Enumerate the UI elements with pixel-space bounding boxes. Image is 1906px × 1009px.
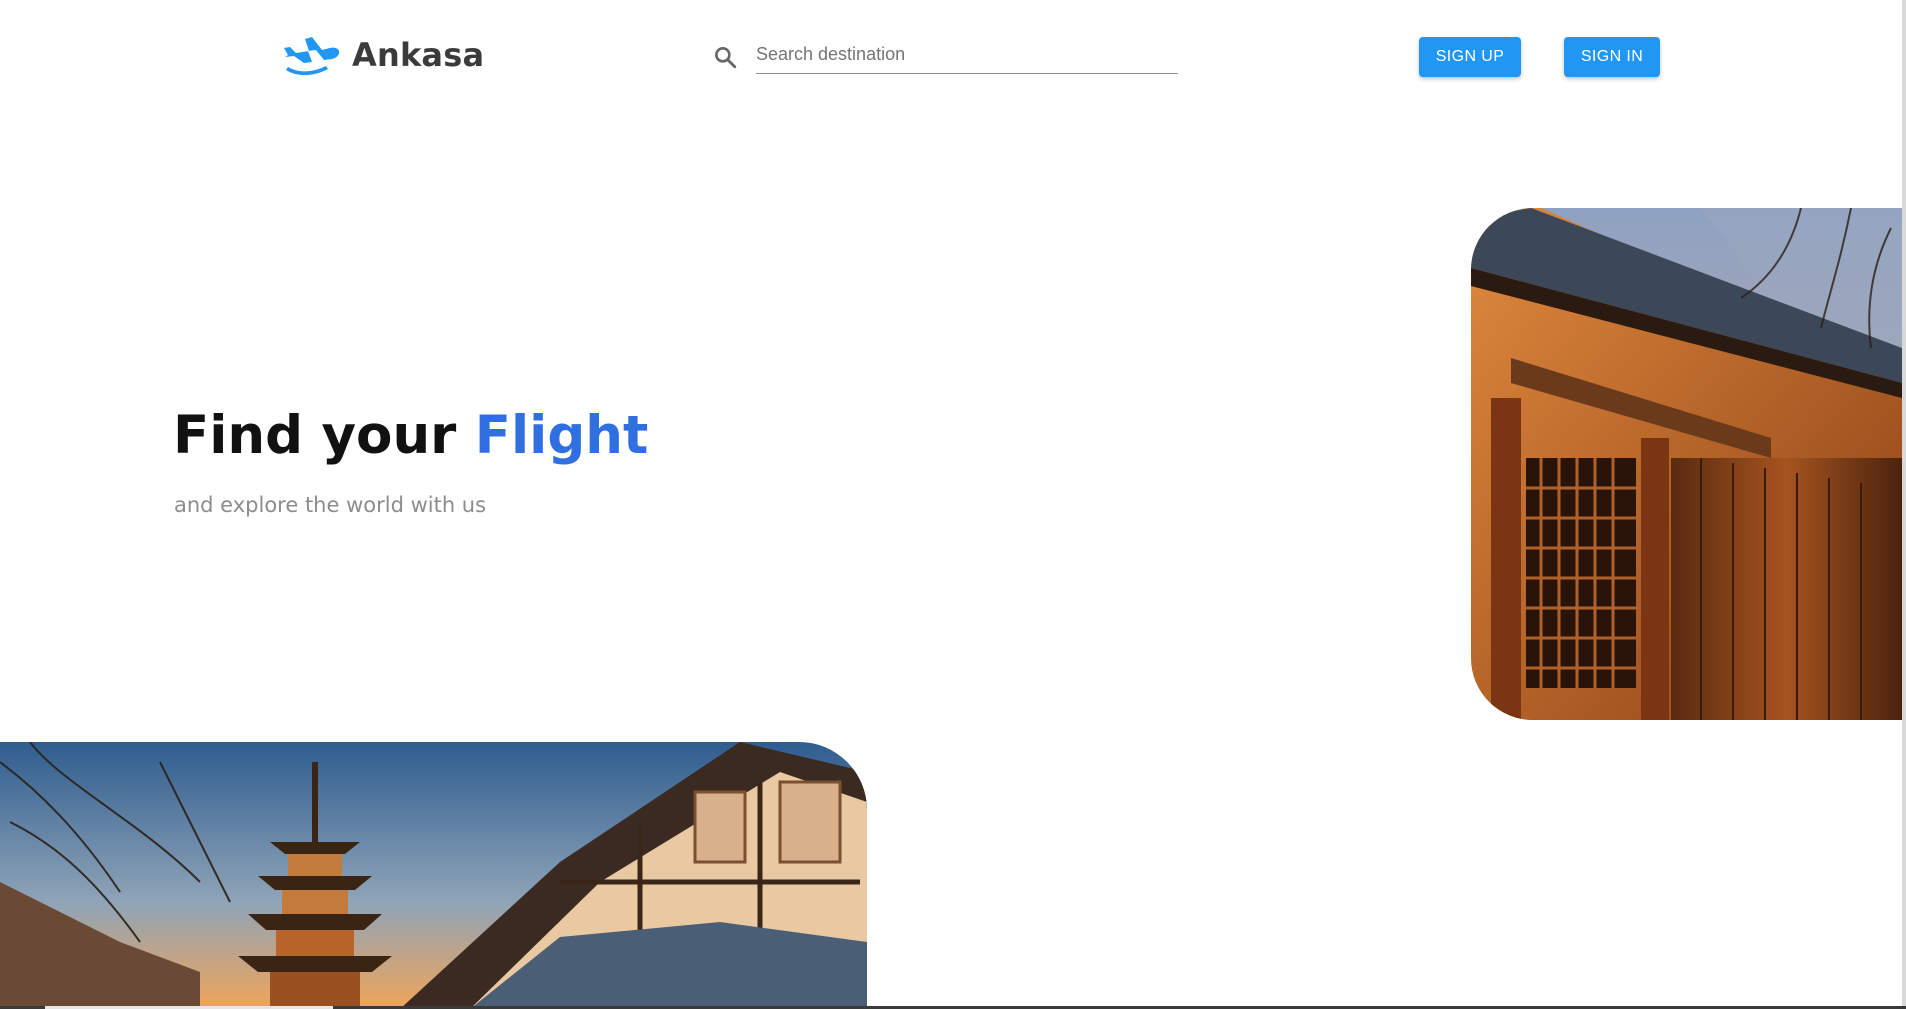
pagoda-street-photo	[0, 742, 867, 1009]
hero-subtitle: and explore the world with us	[174, 493, 487, 517]
top-navbar: Ankasa SIGN UP SIGN IN	[0, 0, 1906, 110]
page-scrollbar-edge	[1902, 0, 1906, 1009]
sign-in-button[interactable]: SIGN IN	[1564, 37, 1660, 77]
brand[interactable]: Ankasa	[282, 33, 484, 77]
search-icon[interactable]	[712, 44, 738, 70]
sign-up-button[interactable]: SIGN UP	[1419, 37, 1521, 77]
hero-title-prefix: Find your	[173, 405, 475, 466]
hero-title: Find your Flight	[173, 405, 648, 466]
hero-title-accent: Flight	[474, 405, 649, 466]
brand-name: Ankasa	[352, 36, 485, 74]
wooden-house-street-photo	[1471, 208, 1902, 720]
search-bar	[712, 40, 1178, 76]
airplane-icon	[284, 37, 340, 76]
search-input[interactable]	[756, 40, 1178, 74]
